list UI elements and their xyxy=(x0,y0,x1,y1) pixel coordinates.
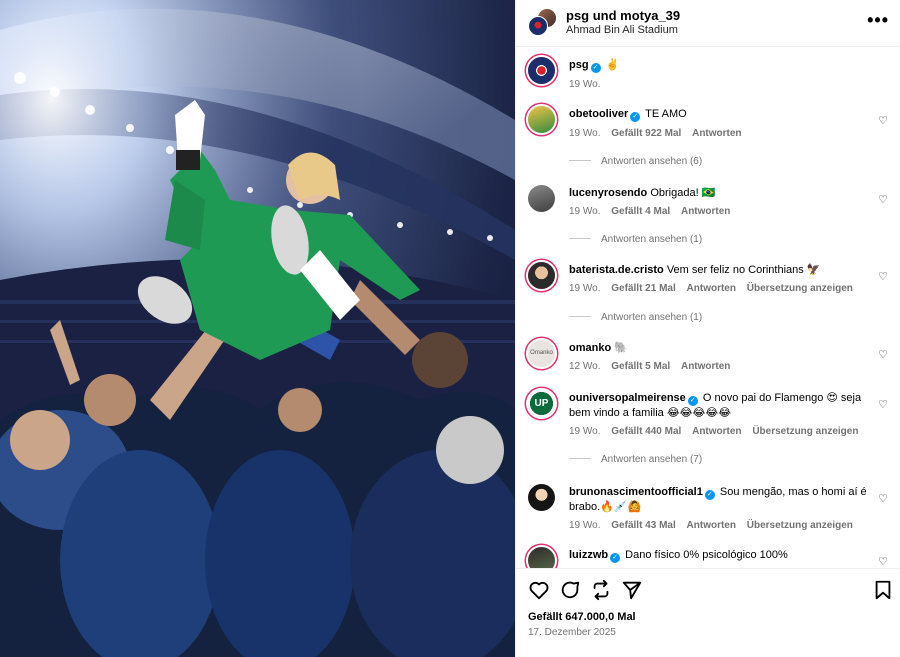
like-comment-heart-icon[interactable]: ♡ xyxy=(878,492,888,505)
replies-divider xyxy=(569,316,591,317)
caption-text: ✌️ xyxy=(605,59,620,71)
comment-age: 19 Wo. xyxy=(569,283,601,294)
replies-divider xyxy=(569,238,591,239)
comment-age: 19 Wo. xyxy=(569,128,601,139)
avatar[interactable] xyxy=(528,484,555,511)
comment-text: TE AMO xyxy=(645,108,687,120)
post-photo-illustration xyxy=(0,0,515,657)
reply-button[interactable]: Antworten xyxy=(681,361,730,372)
view-replies-label: Antworten ansehen (6) xyxy=(601,156,703,167)
avatar[interactable]: UP xyxy=(528,390,555,417)
reply-button[interactable]: Antworten xyxy=(681,206,730,217)
avatar[interactable] xyxy=(528,106,555,133)
view-replies-button[interactable]: Antworten ansehen (6) xyxy=(569,156,702,167)
view-replies-label: Antworten ansehen (1) xyxy=(601,312,703,323)
reply-button[interactable]: Antworten xyxy=(692,128,741,139)
comment-text: Dano físico 0% psicológico 100% xyxy=(625,549,788,561)
translate-button[interactable]: Übersetzung anzeigen xyxy=(747,520,853,531)
like-comment-heart-icon[interactable]: ♡ xyxy=(878,398,888,411)
verified-icon: ✓ xyxy=(610,553,621,563)
comment-username[interactable]: omanko xyxy=(569,342,611,354)
collab-avatars[interactable] xyxy=(528,8,557,36)
view-replies-label: Antworten ansehen (7) xyxy=(601,454,703,465)
avatar[interactable]: Omanko xyxy=(528,340,555,367)
like-comment-heart-icon[interactable]: ♡ xyxy=(878,114,888,127)
comment-text: Obrigada! 🇧🇷 xyxy=(650,187,716,199)
verified-icon: ✓ xyxy=(630,112,641,122)
post-like-count[interactable]: Gefällt 647.000,0 Mal xyxy=(528,611,636,623)
avatar[interactable] xyxy=(528,185,555,212)
view-replies-button[interactable]: Antworten ansehen (1) xyxy=(569,312,702,323)
view-replies-label: Antworten ansehen (1) xyxy=(601,234,703,245)
post-image[interactable] xyxy=(0,0,515,657)
avatar[interactable] xyxy=(528,547,555,568)
post-authors[interactable]: psg und motya_39 xyxy=(566,8,680,23)
post-location[interactable]: Ahmad Bin Ali Stadium xyxy=(566,24,678,36)
comment-likes[interactable]: Gefällt 4 Mal xyxy=(611,206,670,217)
avatar[interactable] xyxy=(528,57,555,84)
post-side-panel: psg und motya_39 Ahmad Bin Ali Stadium •… xyxy=(515,0,900,657)
caption-age: 19 Wo. xyxy=(569,79,601,90)
like-comment-heart-icon[interactable]: ♡ xyxy=(878,555,888,568)
translate-button[interactable]: Übersetzung anzeigen xyxy=(752,426,858,437)
comment-text: 🐘 xyxy=(614,342,628,354)
comment-username[interactable]: lucenyrosendo xyxy=(569,187,647,199)
like-comment-heart-icon[interactable]: ♡ xyxy=(878,270,888,283)
comment-username[interactable]: luizzwb xyxy=(569,549,608,561)
comment-username[interactable]: ouniversopalmeirense xyxy=(569,392,686,404)
replies-divider xyxy=(569,458,591,459)
post-header: psg und motya_39 Ahmad Bin Ali Stadium •… xyxy=(516,0,900,47)
comment-age: 19 Wo. xyxy=(569,206,601,217)
comment-age: 19 Wo. xyxy=(569,426,601,437)
comment-username[interactable]: obetooliver xyxy=(569,108,628,120)
comment-icon[interactable] xyxy=(559,579,581,601)
repost-icon[interactable] xyxy=(590,579,612,601)
heart-icon[interactable] xyxy=(528,579,550,601)
avatar[interactable] xyxy=(528,262,555,289)
comments-list[interactable]: psg ✓ ✌️ 19 Wo. obetooliver ✓ TE AMO 19 Wo… xyxy=(516,48,900,568)
comment-likes[interactable]: Gefällt 440 Mal xyxy=(611,426,681,437)
comment-username[interactable]: baterista.de.cristo xyxy=(569,264,664,276)
avatar-psg[interactable] xyxy=(528,16,548,36)
comment-age: 12 Wo. xyxy=(569,361,601,372)
verified-icon: ✓ xyxy=(687,396,698,406)
like-comment-heart-icon[interactable]: ♡ xyxy=(878,193,888,206)
comment-text: Vem ser feliz no Corinthians 🦅 xyxy=(666,264,821,276)
comment-likes[interactable]: Gefällt 43 Mal xyxy=(611,520,675,531)
verified-icon: ✓ xyxy=(704,490,715,500)
caption-username[interactable]: psg xyxy=(569,59,589,71)
comment-username[interactable]: brunonascimentoofficial1 xyxy=(569,486,703,498)
post-action-bar: Gefällt 647.000,0 Mal 17. Dezember 2025 xyxy=(516,568,900,657)
view-replies-button[interactable]: Antworten ansehen (7) xyxy=(569,454,702,465)
more-options-icon[interactable]: ••• xyxy=(867,10,889,31)
share-icon[interactable] xyxy=(621,579,643,601)
comment-age: 19 Wo. xyxy=(569,520,601,531)
reply-button[interactable]: Antworten xyxy=(687,520,736,531)
reply-button[interactable]: Antworten xyxy=(692,426,741,437)
reply-button[interactable]: Antworten xyxy=(687,283,736,294)
comment-likes[interactable]: Gefällt 5 Mal xyxy=(611,361,670,372)
replies-divider xyxy=(569,160,591,161)
post-date[interactable]: 17. Dezember 2025 xyxy=(528,627,616,638)
comment-likes[interactable]: Gefällt 21 Mal xyxy=(611,283,675,294)
verified-icon: ✓ xyxy=(590,63,601,73)
bookmark-icon[interactable] xyxy=(872,579,894,601)
view-replies-button[interactable]: Antworten ansehen (1) xyxy=(569,234,702,245)
like-comment-heart-icon[interactable]: ♡ xyxy=(878,348,888,361)
comment-likes[interactable]: Gefällt 922 Mal xyxy=(611,128,681,139)
translate-button[interactable]: Übersetzung anzeigen xyxy=(747,283,853,294)
